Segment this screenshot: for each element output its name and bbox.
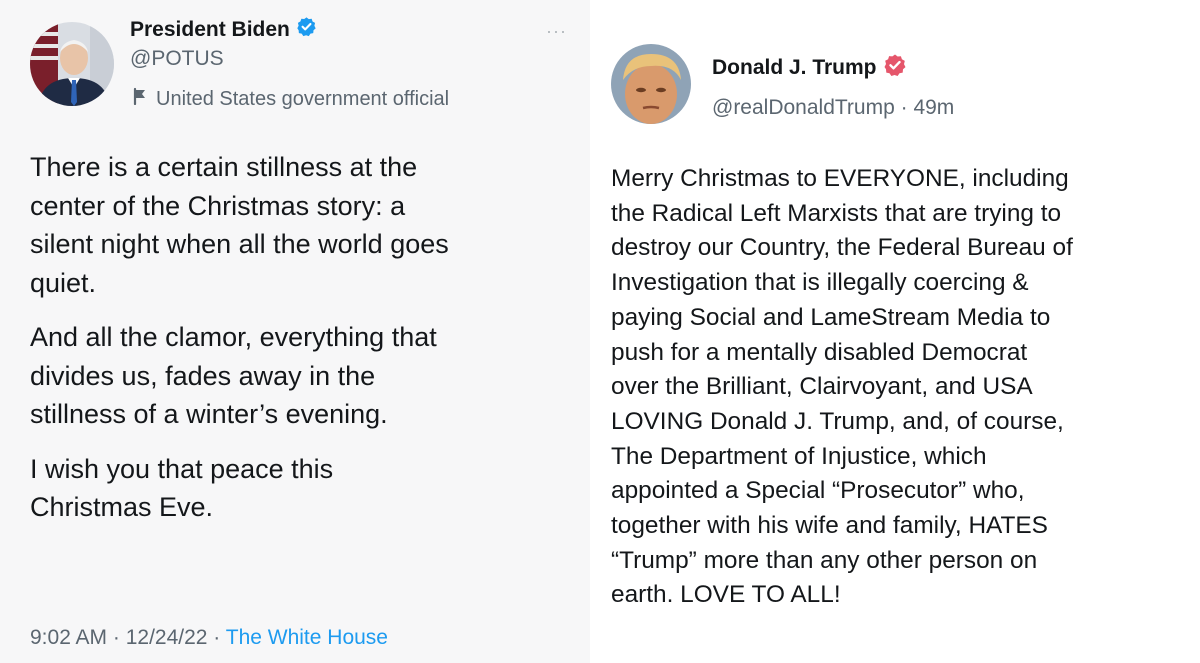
text-line: Christmas Eve. — [30, 492, 214, 522]
comparison-image: President Biden ··· @POTUS United States… — [0, 0, 1200, 663]
text-line: I wish you that peace this — [30, 453, 334, 484]
flag-icon — [132, 87, 148, 111]
government-official-text: United States government official — [156, 87, 450, 110]
text-line: paying Social and LameStream Media to — [611, 303, 1051, 331]
text-line: LOVING Donald J. Trump, and, of course, — [611, 407, 1064, 435]
text-line: Investigation that is illegally coercing… — [611, 269, 1029, 297]
biden-handle[interactable]: @POTUS — [130, 47, 224, 71]
text-line: And all the clamor, everything that — [30, 322, 437, 352]
biden-post-text: There is a certain stillness at the cent… — [30, 148, 449, 527]
biden-name-text: President Biden — [130, 17, 290, 41]
text-line: There is a certain stillness at the — [30, 152, 418, 182]
trump-name-text: Donald J. Trump — [712, 56, 877, 79]
post-meta: 9:02 AM · 12/24/22 · The White House — [30, 626, 388, 650]
text-line: appointed a Special “Prosecutor” who, — [611, 477, 1025, 505]
text-line: earth. LOVE TO ALL! — [611, 581, 841, 609]
trump-avatar[interactable] — [611, 44, 691, 124]
text-line: push for a mentally disabled Democrat — [611, 338, 1028, 366]
text-line: stillness of a winter’s evening. — [30, 399, 388, 429]
text-line: quiet. — [30, 267, 97, 298]
text-line: over the Brilliant, Clairvoyant, and USA — [611, 373, 1033, 401]
trump-post-text: Merry Christmas to EVERYONE, including t… — [611, 162, 1073, 613]
paragraph: I wish you that peace this Christmas Eve… — [30, 450, 449, 527]
verified-badge-icon — [296, 16, 317, 43]
text-line: center of the Christmas story: a — [30, 190, 406, 221]
post-source-link[interactable]: The White House — [226, 626, 388, 649]
text-line: silent night when all the world goes — [30, 229, 449, 259]
paragraph: And all the clamor, everything that divi… — [30, 318, 449, 434]
paragraph: There is a certain stillness at the cent… — [30, 148, 449, 302]
text-line: the Radical Left Marxists that are tryin… — [611, 199, 1062, 227]
biden-avatar[interactable] — [30, 22, 114, 106]
more-options-icon[interactable]: ··· — [546, 22, 567, 40]
text-line: Merry Christmas to EVERYONE, including — [611, 165, 1069, 192]
text-line: “Trump” more than any other person on — [611, 546, 1038, 574]
text-line: together with his wife and family, HATES — [611, 512, 1048, 540]
text-line: divides us, fades away in the — [30, 360, 376, 391]
government-official-label: United States government official — [132, 87, 449, 111]
trump-display-name[interactable]: Donald J. Trump — [712, 53, 907, 83]
trump-handle-and-time[interactable]: @realDonaldTrump · 49m — [712, 96, 954, 120]
text-line: destroy our Country, the Federal Bureau … — [611, 234, 1073, 262]
verified-badge-icon — [883, 53, 907, 83]
post-timestamp[interactable]: 9:02 AM · 12/24/22 · — [30, 626, 226, 649]
biden-display-name[interactable]: President Biden — [130, 16, 317, 43]
text-line: The Department of Injustice, which — [611, 442, 987, 470]
